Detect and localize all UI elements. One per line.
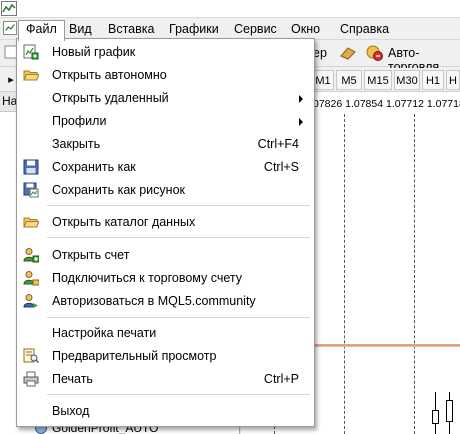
menu-save-as-picture[interactable]: Сохранить как рисунок [18, 179, 313, 201]
toolbar-fragment-text[interactable]: ер [313, 46, 327, 60]
menu-label: Печать [52, 372, 93, 386]
menu-label: Открыть автономно [52, 68, 167, 82]
menu-close[interactable]: Закрыть Ctrl+F4 [18, 133, 313, 155]
menu-insert[interactable]: Вставка [101, 20, 161, 39]
auto-trading-icon[interactable] [364, 44, 384, 62]
window-icon[interactable] [3, 21, 17, 35]
menu-label: Закрыть [52, 137, 101, 151]
save-picture-icon [23, 182, 39, 198]
print-preview-icon [23, 348, 39, 364]
menu-tools[interactable]: Сервис [227, 20, 284, 39]
candle-body [432, 410, 439, 424]
menu-open-data-folder[interactable]: Открыть каталог данных [18, 211, 313, 233]
menu-open-account[interactable]: Открыть счет [18, 244, 313, 266]
menu-label: Авторизоваться в MQL5.community [52, 294, 256, 308]
menu-charts[interactable]: Графики [162, 20, 226, 39]
menu-print-setup[interactable]: Настройка печати [18, 322, 313, 344]
submenu-arrow-icon [299, 118, 303, 126]
chart-grid-line [414, 114, 415, 434]
menu-label: Выход [52, 404, 90, 418]
menu-bar: Файл Вид Вставка Графики Сервис Окно Спр… [0, 18, 460, 41]
menu-open-offline[interactable]: Открыть автономно [18, 64, 313, 86]
open-folder-icon [23, 70, 39, 81]
menu-label: Сохранить как рисунок [52, 183, 185, 197]
chart-ohlc-readout: 07826 1.07854 1.07712 1.07718 [313, 98, 460, 110]
menu-help[interactable]: Справка [333, 20, 396, 39]
menu-separator [47, 394, 310, 395]
menu-window[interactable]: Окно [284, 20, 327, 39]
menu-view[interactable]: Вид [62, 20, 99, 39]
menu-separator [47, 317, 310, 318]
menu-mql5-login[interactable]: Авторизоваться в MQL5.community [18, 290, 313, 312]
new-chart-icon [23, 44, 39, 60]
file-menu-dropdown: Новый график Открыть автономно Открыть у… [16, 38, 315, 427]
menu-shortcut: Ctrl+P [263, 372, 299, 386]
timeframe-m15-button[interactable]: M15 [364, 70, 392, 90]
title-strip [0, 0, 460, 18]
menu-label: Открыть каталог данных [52, 215, 196, 229]
menu-print-preview[interactable]: Предварительный просмотр [18, 345, 313, 367]
app-icon [1, 1, 17, 16]
menu-file[interactable]: Файл [18, 20, 65, 41]
mql5-login-icon [23, 294, 38, 308]
timeframe-h1-button[interactable]: H1 [422, 70, 444, 90]
menu-separator [47, 237, 310, 238]
timeframe-h4-button[interactable]: H [446, 70, 460, 90]
connect-account-icon [23, 271, 39, 286]
menu-label: Открыть счет [52, 248, 130, 262]
folder-icon [23, 217, 39, 228]
menu-shortcut: Ctrl+F4 [257, 137, 299, 151]
menu-print[interactable]: Печать Ctrl+P [18, 368, 313, 390]
menu-label: Предварительный просмотр [52, 349, 217, 363]
menu-connect-account[interactable]: Подключиться к торговому счету [18, 267, 313, 289]
submenu-arrow-icon [299, 95, 303, 103]
chart-grid-line [344, 114, 345, 434]
candle-body [446, 400, 453, 422]
printer-icon [23, 371, 39, 387]
menu-exit[interactable]: Выход [18, 400, 313, 422]
menu-shortcut: Ctrl+S [263, 160, 299, 174]
timeframe-m1-button[interactable]: M1 [312, 70, 334, 90]
menu-label: Открыть удаленный [52, 91, 169, 105]
open-account-icon [23, 248, 39, 263]
menu-label: Подключиться к торговому счету [52, 271, 243, 285]
menu-save-as[interactable]: Сохранить как Ctrl+S [18, 156, 313, 178]
menu-profiles[interactable]: Профили [18, 110, 313, 132]
toolbar-tool-icon[interactable] [338, 44, 358, 62]
save-icon [23, 159, 39, 175]
menu-label: Сохранить как [52, 160, 136, 174]
menu-separator [47, 205, 310, 206]
timeframe-m5-button[interactable]: M5 [336, 70, 362, 90]
menu-label: Настройка печати [52, 326, 157, 340]
menu-open-remote[interactable]: Открыть удаленный [18, 87, 313, 109]
menu-new-chart[interactable]: Новый график [18, 41, 313, 63]
timeframe-m30-button[interactable]: M30 [394, 70, 420, 90]
menu-label: Новый график [52, 45, 136, 59]
menu-label: Профили [52, 114, 107, 128]
